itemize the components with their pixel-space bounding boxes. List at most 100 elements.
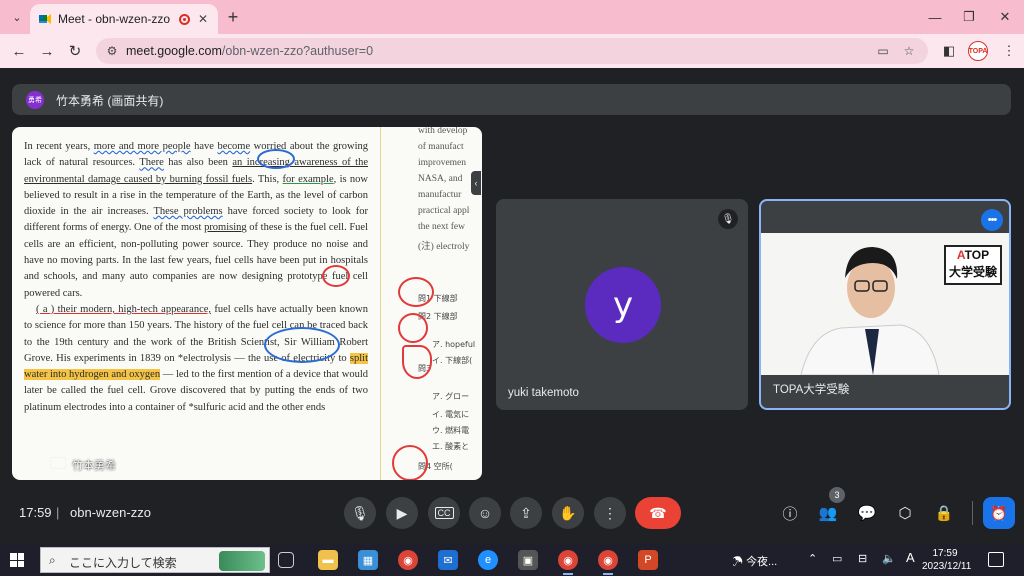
windows-start-icon[interactable] [10,553,24,567]
bookmark-star-icon[interactable]: ☆ [900,42,918,60]
powerpoint-icon[interactable]: P [638,550,658,570]
document-text-run: have [190,141,218,152]
meeting-details-icon[interactable]: ⓘ [779,502,801,524]
tab-search-chevron-icon[interactable]: ⌄ [6,6,28,28]
url-path: /obn-wzen-zzo?authuser=0 [221,44,374,58]
mic-off-icon: 🎙 [718,209,738,229]
raise-hand-button[interactable]: ✋ [552,497,584,529]
emoji-button[interactable]: ☺ [469,497,501,529]
chat-icon[interactable]: 💬 [856,502,878,524]
microphone-button[interactable]: 🎙 [344,497,376,529]
participant-video: ATOP 大学受験 [761,233,1009,375]
presenter-bar: 勇希 竹本勇希 (画面共有) [12,84,1011,115]
taskbar-search[interactable]: ⌕ ここに入力して検索 [40,547,270,573]
profile-avatar[interactable]: TOPA [968,41,988,61]
system-time: 17:59 [932,548,958,559]
task-view-icon[interactable] [278,552,294,568]
chrome-icon[interactable]: ◉ [398,550,418,570]
search-placeholder: ここに入力して検索 [69,556,177,570]
network-icon[interactable]: ⊟ [858,552,867,565]
meeting-code: obn-wzen-zzo [70,505,151,520]
participant-tile-yuki[interactable]: 🎙 y yuki takemoto [496,199,748,410]
annotation-circle [264,327,340,363]
minimize-button[interactable]: — [920,6,950,28]
chrome-profile-icon[interactable]: ◉ [558,550,578,575]
right-page-line: improvemen [418,158,467,168]
document-text-run: ( a ) their modern, high-tech appearance… [36,303,212,315]
topa-sign-red-letter: A [956,248,965,262]
question-line: ア. グロー [432,392,470,401]
question-line: イ. 下線部( [432,356,473,365]
question-line: ウ. 燃料電 [432,426,470,435]
site-info-icon[interactable]: ⚙ [104,43,120,59]
shared-screen[interactable]: In recent years, more and more people ha… [12,127,482,480]
photos-icon[interactable]: ▣ [518,550,538,570]
page-divider [380,127,381,480]
url-host: meet.google.com [126,44,222,58]
right-page-line: NASA, and [418,174,463,184]
document-text-run: become [217,141,251,152]
activities-icon[interactable]: ⬡ [894,502,916,524]
battery-icon[interactable]: ▭ [832,552,842,565]
camera-button[interactable]: ▶ [386,497,418,529]
calculator-icon[interactable]: ▦ [358,550,378,570]
back-arrow-icon[interactable]: ← [8,40,30,62]
more-options-button[interactable]: ⋮ [594,497,626,529]
participant-count-badge: 3 [829,487,845,503]
restore-button[interactable]: ❐ [954,6,984,28]
system-date: 2023/12/11 [922,561,972,572]
annotation-circle [398,313,428,343]
camera-icon: ▶ [396,504,408,521]
browser-menu-icon[interactable]: ⋮ [1000,42,1018,60]
weather-widget[interactable]: ☂ 今夜... [732,553,777,569]
volume-icon[interactable]: 🔈 [882,552,896,565]
document-text-run: promising [204,222,247,234]
microphone-icon: 🎙 [351,504,369,521]
host-controls-icon[interactable]: 🔒 [933,502,955,524]
right-page-line: the next few [418,222,465,232]
document-text-run: These problems [153,206,223,218]
search-icon: ⌕ [49,553,56,567]
participant-name: TOPA大学受験 [773,384,850,396]
annotation-circle [322,265,350,287]
hand-icon: ✋ [559,504,577,521]
tab-title: Meet - obn-wzen-zzo [58,12,171,26]
edge-icon[interactable]: e [478,550,498,570]
present-button[interactable]: ⇪ [510,497,542,529]
meeting-separator: | [56,505,60,520]
forward-arrow-icon[interactable]: → [36,40,58,62]
captions-icon: CC [434,507,454,519]
people-icon[interactable]: 👥 [817,502,839,524]
captions-button[interactable]: CC [428,497,460,529]
camera-in-use-icon[interactable]: ▭ [874,42,892,60]
avatar: y [585,267,661,343]
file-explorer-icon[interactable]: ▬ [318,550,338,570]
ime-indicator[interactable]: A [906,550,915,565]
document-text-run: has also been [163,157,233,169]
side-panel-icon[interactable]: ◧ [940,42,958,60]
new-tab-button[interactable]: + [222,6,244,28]
question-line: イ. 電気に [432,410,470,419]
reload-icon[interactable]: ↻ [64,40,86,62]
tab-close-icon[interactable]: ✕ [196,12,210,26]
more-vertical-icon: ⋮ [603,504,617,521]
presenter-label: 竹本勇希 (画面共有) [56,94,164,108]
annotation-circle [398,277,434,307]
leave-call-button[interactable]: ☎ [635,497,681,529]
notification-icon[interactable] [988,552,1004,567]
right-page-line: with develop [418,127,468,136]
system-clock[interactable]: 17:59 2023/12/11 [922,547,972,573]
mail-icon[interactable]: ✉ [438,550,458,570]
close-window-button[interactable]: ✕ [990,6,1020,28]
document-text-run: . This, [252,173,283,185]
toolbar-divider [972,501,973,525]
address-bar[interactable]: ⚙ meet.google.com/obn-wzen-zzo?authuser=… [96,38,928,64]
chrome-active-icon[interactable]: ◉ [598,550,618,575]
tray-overflow-icon[interactable]: ⌃ [808,552,817,565]
collapse-chevron-icon[interactable]: ‹ [471,171,481,195]
participant-tile-topa[interactable]: ••• ATOP 大学受験 TOPA大学受験 [759,199,1011,410]
tab-meet[interactable]: Meet - obn-wzen-zzo ✕ [30,4,218,34]
more-options-icon[interactable]: ••• [981,209,1003,231]
share-overlay-name: 竹本勇希 [72,460,116,472]
timer-button[interactable]: ⏰ [983,497,1015,529]
